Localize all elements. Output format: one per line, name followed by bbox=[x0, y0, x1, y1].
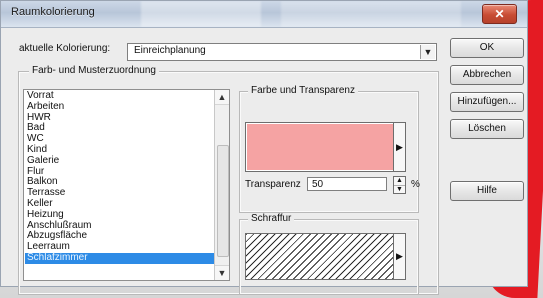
aktuelle-kolorierung-dropdown[interactable]: Einreichplanung ▼ bbox=[127, 43, 437, 61]
farb-und-musterzuordnung-title: Farb- und Musterzuordnung bbox=[29, 65, 159, 76]
aktuelle-kolorierung-value: Einreichplanung bbox=[134, 45, 206, 56]
list-item[interactable]: Heizung bbox=[25, 209, 214, 221]
close-button[interactable]: ✕ bbox=[482, 4, 517, 24]
aktuelle-kolorierung-label: aktuelle Kolorierung: bbox=[19, 43, 111, 54]
chevron-right-icon: ▶ bbox=[396, 251, 403, 261]
list-item-selected[interactable]: Schlafzimmer bbox=[25, 252, 214, 264]
hatch-picker-button[interactable]: ▶ bbox=[393, 233, 406, 280]
color-swatch[interactable] bbox=[245, 122, 395, 172]
farbe-und-transparenz-title: Farbe und Transparenz bbox=[248, 85, 358, 96]
list-item[interactable]: HWR bbox=[25, 112, 214, 124]
list-scrollbar[interactable]: ▲ ▼ bbox=[214, 90, 229, 280]
hinzufuegen-button[interactable]: Hinzufügen... bbox=[450, 92, 524, 112]
transparenz-input[interactable]: 50 bbox=[307, 177, 387, 191]
list-item[interactable]: Arbeiten bbox=[25, 101, 214, 113]
loeschen-button[interactable]: Löschen bbox=[450, 119, 524, 139]
ok-button[interactable]: OK bbox=[450, 38, 524, 58]
hilfe-button[interactable]: Hilfe bbox=[450, 181, 524, 201]
screen: Raumkolorierung ✕ aktuelle Kolorierung: … bbox=[0, 0, 543, 298]
raumkolorierung-dialog: Raumkolorierung ✕ aktuelle Kolorierung: … bbox=[0, 0, 528, 295]
spin-arrows-icon[interactable]: ▲ bbox=[394, 177, 405, 185]
list-item[interactable]: WC bbox=[25, 133, 214, 145]
titlebar-background-artifact bbox=[141, 1, 261, 27]
abbrechen-button[interactable]: Abbrechen bbox=[450, 65, 524, 85]
window-title: Raumkolorierung bbox=[11, 6, 95, 18]
transparenz-spin-control[interactable]: ▲ ▼ bbox=[393, 176, 406, 194]
spin-arrows-icon[interactable]: ▼ bbox=[394, 185, 405, 194]
dialog-content: aktuelle Kolorierung: Einreichplanung ▼ … bbox=[1, 28, 527, 295]
list-item[interactable]: Bad bbox=[25, 123, 214, 134]
arrow-down-icon[interactable]: ▼ bbox=[215, 265, 229, 280]
color-picker-button[interactable]: ▶ bbox=[393, 122, 406, 172]
list-item[interactable]: Galerie bbox=[25, 155, 214, 167]
chevron-right-icon: ▶ bbox=[396, 141, 403, 152]
transparenz-unit: % bbox=[411, 179, 420, 190]
titlebar: Raumkolorierung ✕ bbox=[1, 1, 527, 28]
list-item[interactable]: Terrasse bbox=[25, 187, 214, 199]
scrollbar-thumb[interactable] bbox=[217, 145, 229, 257]
schraffur-title: Schraffur bbox=[248, 213, 295, 224]
arrow-up-icon[interactable]: ▲ bbox=[215, 90, 229, 105]
transparenz-label: Transparenz bbox=[245, 179, 301, 190]
hatch-preview[interactable] bbox=[245, 233, 395, 280]
close-icon: ✕ bbox=[494, 7, 505, 21]
room-types-list[interactable]: Vorrat Arbeiten HWR Bad WC Kind Galerie … bbox=[23, 89, 230, 281]
room-types-items: Vorrat Arbeiten HWR Bad WC Kind Galerie … bbox=[25, 90, 214, 279]
titlebar-background-artifact bbox=[281, 1, 461, 27]
chevron-down-icon[interactable]: ▼ bbox=[420, 45, 435, 59]
